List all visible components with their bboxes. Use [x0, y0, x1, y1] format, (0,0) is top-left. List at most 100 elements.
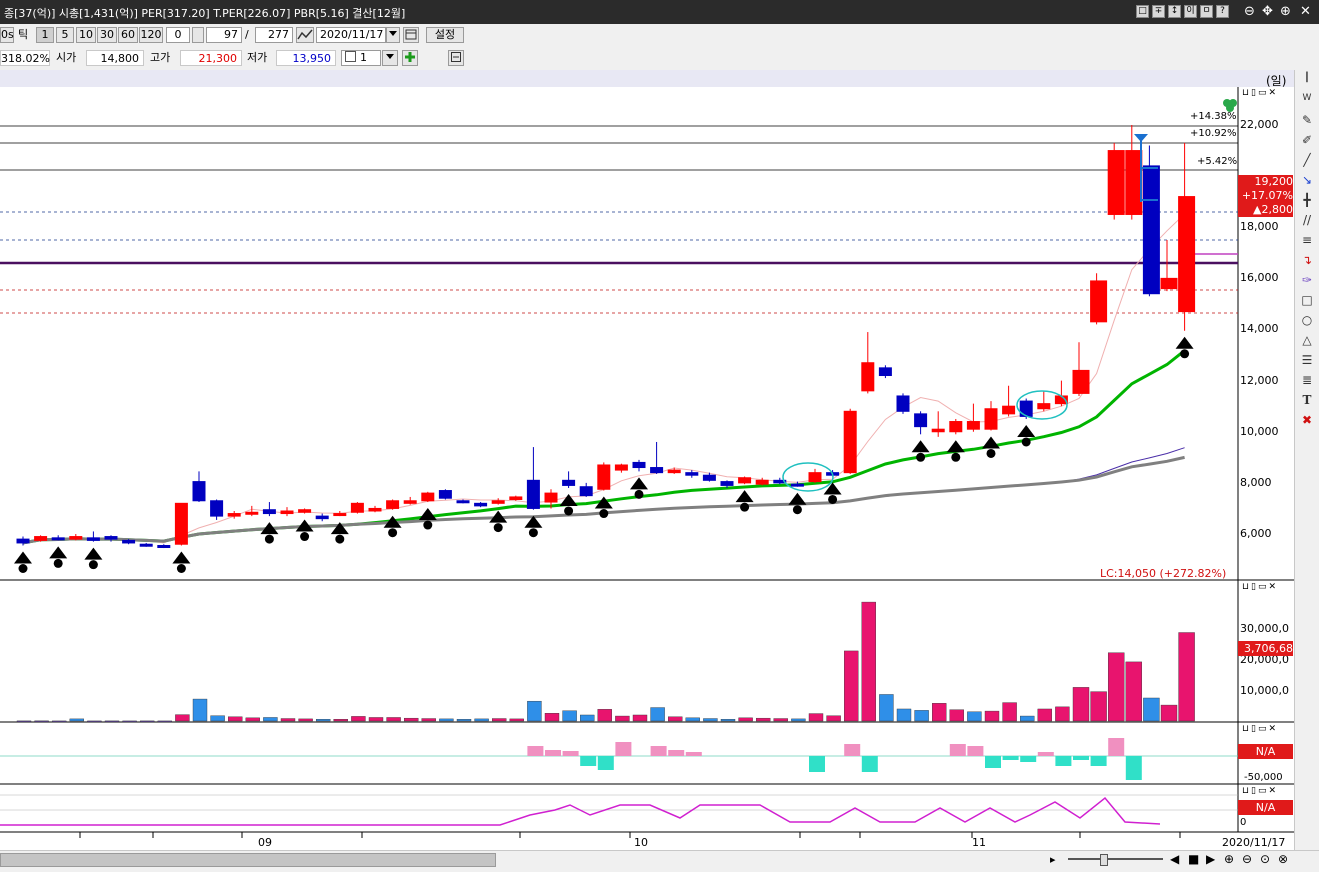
- window-arrange-button[interactable]: ↕: [1168, 5, 1181, 18]
- current-price: 19,200: [1254, 175, 1294, 188]
- stock-chart[interactable]: [0, 70, 1294, 855]
- open-label: 시가: [56, 51, 77, 64]
- interval-60-button[interactable]: 60: [118, 27, 138, 43]
- pct-label-low: +5.42%: [1197, 156, 1238, 167]
- zoom-fit-icon[interactable]: ⊗: [1278, 852, 1288, 866]
- count-field-a[interactable]: 0: [166, 27, 190, 43]
- volume-bar: [104, 720, 120, 723]
- interval-1-button[interactable]: 1: [36, 27, 54, 43]
- cross-line-icon[interactable]: ╋: [1299, 192, 1315, 208]
- add-indicator-icon[interactable]: [402, 50, 418, 66]
- volume-bar: [69, 718, 85, 722]
- tick-label[interactable]: 틱: [18, 27, 28, 43]
- stop-icon[interactable]: ■: [1188, 852, 1199, 866]
- maximize-icon[interactable]: ⊕: [1280, 4, 1291, 19]
- window-mode-button[interactable]: □: [1136, 5, 1149, 18]
- buy-signal-dot: [493, 523, 503, 533]
- volume-bar: [245, 717, 261, 722]
- buy-signal-dot: [1180, 349, 1190, 359]
- candle-body: [227, 513, 241, 517]
- candle-body: [843, 410, 857, 474]
- calendar-icon[interactable]: [403, 27, 419, 43]
- triangle-icon[interactable]: △: [1299, 332, 1315, 348]
- scroll-right-small-icon[interactable]: ▸: [1050, 853, 1056, 866]
- scroll-thumb[interactable]: [0, 853, 496, 867]
- parallel-line-icon[interactable]: //: [1299, 212, 1315, 228]
- indicator1-panel-controls[interactable]: ⊔▯▭✕: [1242, 724, 1278, 734]
- eraser-icon[interactable]: ✎: [1299, 112, 1315, 128]
- fibonacci-icon[interactable]: ≡: [1299, 232, 1315, 248]
- delete-drawing-icon[interactable]: ✖: [1299, 412, 1315, 428]
- candle-body: [350, 502, 364, 513]
- move-icon[interactable]: ✥: [1262, 4, 1273, 19]
- date-dropdown-button[interactable]: [386, 27, 400, 43]
- volume-bar: [263, 717, 278, 722]
- zoom-reset-icon[interactable]: ⊙: [1260, 852, 1270, 866]
- volume-bar: [967, 711, 982, 722]
- candle-body: [1142, 165, 1160, 295]
- candle-body: [315, 515, 329, 520]
- window-link-button[interactable]: 이: [1184, 5, 1197, 18]
- brush-icon[interactable]: ✑: [1299, 272, 1315, 288]
- trend-line-icon[interactable]: ╱: [1299, 152, 1315, 168]
- candle-body: [597, 464, 611, 490]
- fib-retracement-icon[interactable]: ≣: [1299, 372, 1315, 388]
- date-field[interactable]: 2020/11/17: [316, 27, 386, 43]
- buy-signal-dot: [88, 560, 98, 570]
- volume-panel-controls[interactable]: ⊔▯▭✕: [1242, 582, 1278, 592]
- chart-scroll-bar[interactable]: ▸ ◀ ■ ▶ ⊕ ⊖ ⊙ ⊗: [0, 850, 1319, 872]
- period-toolbar: 0s 틱 1 5 10 30 60 120 0 97 / 277 2020/11…: [0, 24, 1319, 47]
- close-icon[interactable]: ✕: [1300, 4, 1311, 19]
- ray-icon[interactable]: ↘: [1299, 172, 1315, 188]
- period-unit-button[interactable]: 0s: [0, 27, 14, 43]
- volume-bar: [474, 718, 489, 722]
- volume-bar: [1055, 706, 1070, 722]
- candle-body: [632, 461, 646, 469]
- refresh-icon[interactable]: [448, 50, 464, 66]
- candle-body: [280, 510, 294, 515]
- toolbar-collapse-icon[interactable]: ┃: [1299, 70, 1315, 86]
- interval-120-button[interactable]: 120: [139, 27, 163, 43]
- zoom-slider-handle[interactable]: [1100, 854, 1108, 866]
- scroll-right-icon[interactable]: ▶: [1206, 852, 1215, 866]
- overlay-count-value: 1: [360, 51, 367, 64]
- volume-bar: [456, 719, 472, 722]
- zoom-slider-track[interactable]: [1068, 858, 1163, 860]
- candle-body: [966, 421, 980, 430]
- gann-fan-icon[interactable]: ☰: [1299, 352, 1315, 368]
- pencil-icon[interactable]: ✐: [1299, 132, 1315, 148]
- ellipse-icon[interactable]: ○: [1299, 312, 1315, 328]
- volume-bar: [650, 707, 665, 722]
- overlay-count-field[interactable]: 1: [341, 50, 381, 66]
- volume-bar: [914, 710, 929, 722]
- count-stepper[interactable]: [192, 27, 204, 43]
- toolbar-pin-icon[interactable]: W: [1299, 90, 1315, 106]
- y-tick-6000: 6,000: [1240, 527, 1272, 540]
- buy-signal-dot: [634, 489, 644, 499]
- zoom-out-icon[interactable]: ⊖: [1242, 852, 1252, 866]
- interval-30-button[interactable]: 30: [97, 27, 117, 43]
- indicator1-bar: [844, 744, 861, 756]
- candle-body: [667, 469, 681, 474]
- rectangle-icon[interactable]: □: [1299, 292, 1315, 308]
- settings-button[interactable]: 설정: [426, 27, 464, 43]
- volume-bar: [333, 719, 348, 722]
- zoom-in-icon[interactable]: ⊕: [1224, 852, 1234, 866]
- scroll-left-icon[interactable]: ◀: [1170, 852, 1179, 866]
- interval-5-button[interactable]: 5: [56, 27, 74, 43]
- current-change-pct: +17.07%: [1241, 189, 1293, 202]
- indicator2-panel-controls[interactable]: ⊔▯▭✕: [1242, 786, 1278, 796]
- overlay-dropdown-button[interactable]: [382, 50, 398, 66]
- interval-10-button[interactable]: 10: [76, 27, 96, 43]
- help-button[interactable]: ?: [1216, 5, 1229, 18]
- chart-type-icon[interactable]: [296, 27, 314, 43]
- count-field-c[interactable]: 277: [255, 27, 293, 43]
- price-panel-controls[interactable]: ⊔▯▭✕: [1242, 88, 1278, 98]
- arrow-tool-icon[interactable]: ↴: [1299, 252, 1315, 268]
- minimize-icon[interactable]: ⊖: [1244, 4, 1255, 19]
- window-tile-button[interactable]: ㅁ: [1200, 5, 1213, 18]
- text-tool-icon[interactable]: T: [1299, 392, 1315, 408]
- window-split-button[interactable]: ∓: [1152, 5, 1165, 18]
- count-field-b[interactable]: 97: [206, 27, 242, 43]
- checkbox-icon[interactable]: [345, 51, 356, 62]
